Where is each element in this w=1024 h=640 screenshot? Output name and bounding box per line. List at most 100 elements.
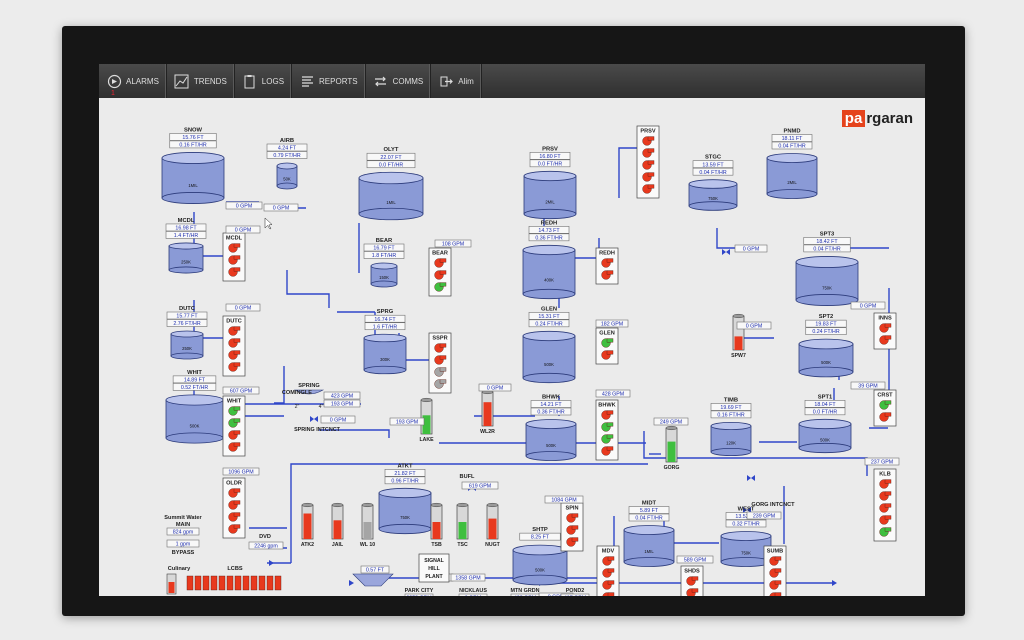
well-jail[interactable]: JAIL — [331, 502, 344, 548]
flow-readout-olyt: 0 GPM — [273, 206, 289, 212]
tank-level: 19.83 FT — [815, 322, 837, 328]
tank-level: 15.31 FT — [538, 314, 560, 320]
tank-shtp[interactable]: 500K SHTP 8.25 FT — [512, 527, 568, 586]
tank-bhwk[interactable]: 500K BHWK14.21 FT 0.36 FT/HR — [525, 395, 577, 461]
tank-dutc[interactable]: 250K DUTC 15.77 FT2.76 FT/HR — [166, 306, 208, 360]
pump-outlet — [233, 500, 241, 505]
tank-capacity: 750K — [822, 285, 832, 290]
tank-pnmd[interactable]: 2MIL PNMD18.11 FT 0.04 FT/HR — [766, 129, 818, 199]
tank-bottom — [710, 447, 752, 456]
well-tsb[interactable]: TSB — [430, 502, 443, 548]
pump-station-dutc[interactable]: DUTC — [222, 315, 246, 377]
comms-button[interactable]: COMMS — [366, 64, 432, 98]
tank-capacity: 500K — [821, 360, 831, 365]
valve-icon[interactable] — [747, 475, 755, 481]
tank-sprg[interactable]: 300K SPRG 16.74 FT1.6 FT/HR — [363, 309, 407, 375]
pump-station-spin[interactable]: SPIN — [560, 502, 584, 552]
pump-station-glen[interactable]: GLEN — [595, 327, 619, 365]
tank-bottom — [358, 207, 424, 221]
pump-outlet — [233, 418, 241, 423]
water-system-diagram: 1MIL SNOW 15.76 FT 0.16 FT/HR 50K AIRB 4.24 FT… — [161, 125, 900, 596]
flow-readout-spt1: 237 GPM — [871, 460, 893, 466]
tank-top — [370, 262, 398, 270]
pump-station-sumb[interactable]: SUMB — [763, 545, 787, 596]
spring-label: SPRING — [298, 383, 319, 389]
main-flow-readout: 824 gpm — [173, 530, 194, 536]
tank-timb[interactable]: 120K TIMB 19.69 FT 0.16 FT/HR — [710, 397, 752, 456]
tank-stgc[interactable]: 750K STGC13.59 FT 0.04 FT/HR — [688, 155, 738, 211]
tank-bear[interactable]: 150K BEAR 16.79 FT1.8 FT/HR — [363, 238, 405, 288]
trends-button[interactable]: TRENDS — [167, 64, 235, 98]
station-name: CRST — [877, 393, 893, 399]
tank-bottom — [378, 523, 432, 535]
alarms-button[interactable]: ALARMS 1 — [99, 64, 167, 98]
pump-station-whit[interactable]: WHIT — [222, 395, 246, 457]
tank-prsv[interactable]: 2MIL PRSV 16.80 FT0.0 FT/HR — [523, 146, 577, 220]
tank-bottom — [170, 352, 204, 360]
tank-bottom — [276, 182, 298, 190]
alim-button[interactable]: Alim — [431, 64, 482, 98]
flow-readout-spring: 193 GPM — [331, 402, 353, 408]
tank-midt[interactable]: 1MIL MIDT5.89 FT 0.04 FT/HR — [623, 501, 675, 567]
tank-capacity: 1MIL — [386, 200, 396, 205]
tank-olyt[interactable]: 1MIL OLYT 22.07 FT0.0 FT/HR — [358, 147, 424, 221]
tank-spt3[interactable]: 750K SPT3 18.42 FT 0.04 FT/HR — [795, 231, 859, 306]
tank-bottom — [688, 201, 738, 211]
pump-outlet — [606, 338, 614, 343]
logs-button[interactable]: LOGS — [235, 64, 293, 98]
well-cap — [361, 502, 374, 508]
pump-outlet — [233, 255, 241, 260]
tank-mcdl[interactable]: 250K MCDL 16.98 FT1.4 FT/HR — [165, 218, 207, 274]
tank-level: 14.73 FT — [538, 228, 560, 234]
reports-button[interactable]: REPORTS — [292, 64, 366, 98]
valve-icon[interactable] — [310, 416, 318, 422]
pump-station-prsv[interactable]: PRSV — [636, 125, 660, 199]
well-tsc[interactable]: TSC — [456, 502, 469, 548]
tank-level: 13.59 FT — [702, 162, 724, 168]
tank-top — [798, 338, 854, 350]
tank-spt2[interactable]: 500K SPT2 19.83 FT0.24 FT/HR — [798, 314, 854, 378]
exit-arrow-icon — [438, 73, 454, 89]
tank-glen[interactable]: 500K GLEN 15.31 FT0.24 FT/HR — [522, 306, 576, 384]
tank-spt1[interactable]: 500K SPT1 18.04 FT0.0 FT/HR — [798, 394, 852, 454]
flow-readout-tsc: 1358 GPM — [455, 576, 480, 582]
well-spw7[interactable]: SPW7 — [731, 313, 746, 359]
pump-station-crst[interactable]: CRST — [873, 389, 897, 427]
pump-station-bhwk[interactable]: BHWK — [595, 399, 619, 461]
valve-icon[interactable] — [722, 249, 730, 255]
tank-whit[interactable]: 500K WHIT14.89 FT 0.52 FT/HR — [165, 370, 224, 444]
tank-capacity: 500K — [544, 362, 554, 367]
pump-station-redh[interactable]: REDH — [595, 247, 619, 285]
station-name: MCDL — [226, 236, 243, 242]
well-wl2r[interactable]: WL2R — [480, 389, 495, 435]
pipe-size-2-label: 2" — [295, 404, 300, 410]
well-nugt[interactable]: NUGT — [485, 502, 501, 548]
pump-station-sspr[interactable]: SSPR — [428, 332, 452, 394]
pipe-size-4-label: 4" — [319, 404, 324, 410]
well-atk2[interactable]: ATK2 — [301, 502, 314, 548]
pump-station-klb[interactable]: KLB — [873, 468, 897, 542]
tank-airb[interactable]: 50K AIRB 4.24 FT0.79 FT/HR — [266, 138, 308, 190]
pump-station-oldr[interactable]: OLDR — [222, 477, 246, 539]
tank-atkt[interactable]: 750K ATKT 21.82 FT0.96 FT/HR — [378, 463, 432, 535]
pump-station-inns[interactable]: INNS — [873, 312, 897, 350]
pump-station-bear[interactable]: BEAR — [428, 247, 452, 297]
pump-outlet — [607, 556, 615, 561]
tank-level: 18.04 FT — [814, 402, 836, 408]
flow-arrow-icon — [349, 580, 354, 586]
tank-rate: 0.24 FT/HR — [812, 329, 840, 335]
pump-station-mdv[interactable]: MDV — [596, 545, 620, 596]
well-wl10[interactable]: WL 10 — [360, 502, 375, 548]
lcbs-filter-cell — [250, 575, 258, 591]
tank-capacity: 750K — [400, 515, 410, 520]
well-name: WL 10 — [360, 542, 375, 548]
tank-level: 14.89 FT — [184, 377, 206, 383]
well-gorg[interactable]: GORG — [664, 425, 680, 471]
pump-station-mcdl[interactable]: MCDL — [222, 232, 246, 282]
pump-outlet — [606, 422, 614, 427]
tank-top — [523, 170, 577, 182]
pump-station-shds[interactable]: SHDS — [680, 565, 704, 596]
well-name: TSC — [457, 542, 468, 548]
tank-redh[interactable]: 400K REDH 14.73 FT0.36 FT/HR — [522, 220, 576, 300]
tank-snow[interactable]: 1MIL SNOW 15.76 FT 0.16 FT/HR — [161, 127, 225, 204]
